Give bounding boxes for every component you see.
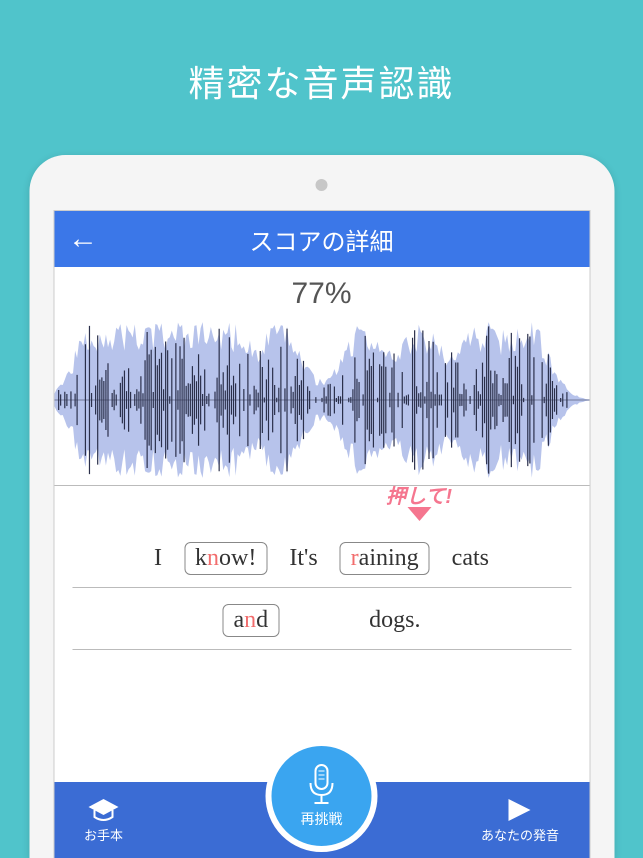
sentence-line-2: and dogs. [72,588,571,650]
app-screen: ← スコアの詳細 77% 押して! Iknow!It'srainingcats … [53,210,590,858]
play-icon [505,797,535,823]
app-header: ← スコアの詳細 [54,211,589,267]
retry-label: 再挑戦 [301,809,343,829]
word: cats [452,545,489,572]
tooltip-arrow-icon [407,507,431,521]
word: It's [289,545,317,572]
your-audio-label: あなたの発音 [481,825,559,844]
back-arrow-icon[interactable]: ← [68,224,98,254]
word-box[interactable]: raining [340,542,430,575]
camera-dot [316,179,328,191]
sentence-line-1: Iknow! It's raining cats [72,526,571,588]
press-tooltip: 押して! [386,480,452,521]
microphone-icon [305,763,339,807]
word: I [154,545,162,572]
device-frame: ← スコアの詳細 77% 押して! Iknow!It'srainingcats … [29,155,614,858]
waveform-visualization [54,315,589,485]
highlight-letter: n [207,545,219,571]
header-title: スコアの詳細 [54,222,589,257]
tooltip-text: 押して! [386,480,452,509]
highlight-letter: n [244,607,256,633]
your-audio-button[interactable]: あなたの発音 [481,797,559,844]
highlight-letter: r [351,545,359,571]
word: dogs. [369,607,420,634]
model-audio-button[interactable]: お手本 [84,797,123,844]
word-box[interactable]: know! [184,542,267,575]
bottom-bar: お手本 再挑戦 あなたの発音 [54,782,589,858]
score-display: 77% [54,267,589,315]
retry-mic-button[interactable]: 再挑戦 [266,740,378,852]
promo-title: 精密な音声認識 [0,0,643,147]
sentence-area: 押して! Iknow!It'srainingcats anddogs. [54,486,589,660]
word-box[interactable]: and [223,604,280,637]
model-audio-label: お手本 [84,825,123,844]
graduation-cap-icon [87,797,121,823]
